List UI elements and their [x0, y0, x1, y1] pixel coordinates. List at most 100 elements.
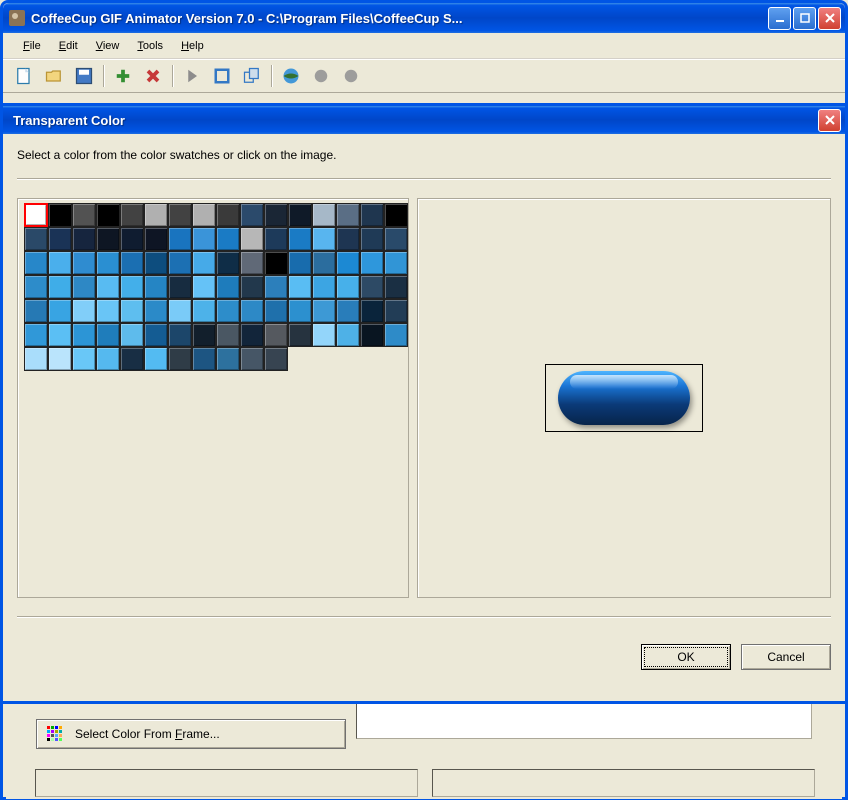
color-swatch[interactable]	[216, 227, 240, 251]
color-swatch[interactable]	[48, 347, 72, 371]
color-swatch[interactable]	[120, 323, 144, 347]
color-swatch[interactable]	[264, 275, 288, 299]
color-swatch[interactable]	[384, 203, 408, 227]
cancel-button[interactable]: Cancel	[741, 644, 831, 670]
color-swatch[interactable]	[144, 299, 168, 323]
color-swatch[interactable]	[120, 275, 144, 299]
color-swatch[interactable]	[288, 227, 312, 251]
menu-file[interactable]: File	[15, 37, 49, 55]
color-swatch[interactable]	[312, 323, 336, 347]
color-swatch[interactable]	[360, 299, 384, 323]
color-swatch[interactable]	[48, 323, 72, 347]
color-swatch[interactable]	[144, 323, 168, 347]
delete-icon[interactable]	[142, 65, 164, 87]
frames-icon[interactable]	[241, 65, 263, 87]
color-swatch[interactable]	[312, 203, 336, 227]
color-swatch[interactable]	[312, 299, 336, 323]
color-swatch[interactable]	[144, 347, 168, 371]
color-swatch[interactable]	[312, 227, 336, 251]
color-swatch[interactable]	[96, 227, 120, 251]
color-swatch[interactable]	[384, 299, 408, 323]
color-swatch[interactable]	[360, 275, 384, 299]
color-swatch[interactable]	[336, 275, 360, 299]
dialog-close-button[interactable]	[818, 109, 841, 132]
save-icon[interactable]	[73, 65, 95, 87]
color-swatch[interactable]	[192, 227, 216, 251]
color-swatch[interactable]	[192, 323, 216, 347]
color-swatch[interactable]	[72, 227, 96, 251]
color-swatch[interactable]	[96, 203, 120, 227]
color-swatch[interactable]	[24, 299, 48, 323]
color-swatch[interactable]	[144, 251, 168, 275]
color-swatch[interactable]	[336, 227, 360, 251]
color-swatch[interactable]	[24, 323, 48, 347]
color-swatch[interactable]	[48, 251, 72, 275]
color-swatch[interactable]	[240, 347, 264, 371]
color-swatch[interactable]	[240, 323, 264, 347]
color-swatch[interactable]	[240, 251, 264, 275]
globe-icon[interactable]	[280, 65, 302, 87]
color-swatch[interactable]	[288, 251, 312, 275]
color-swatch[interactable]	[120, 299, 144, 323]
color-swatch[interactable]	[144, 275, 168, 299]
color-swatch[interactable]	[144, 203, 168, 227]
color-swatch[interactable]	[192, 203, 216, 227]
color-swatch[interactable]	[72, 203, 96, 227]
color-swatch[interactable]	[72, 275, 96, 299]
color-swatch[interactable]	[384, 227, 408, 251]
color-swatch[interactable]	[216, 251, 240, 275]
color-swatch[interactable]	[192, 299, 216, 323]
color-swatch[interactable]	[192, 251, 216, 275]
color-swatch[interactable]	[264, 251, 288, 275]
color-swatch[interactable]	[96, 251, 120, 275]
color-swatch[interactable]	[24, 347, 48, 371]
menu-help[interactable]: Help	[173, 37, 212, 55]
color-swatch[interactable]	[24, 227, 48, 251]
color-swatch[interactable]	[24, 203, 48, 227]
color-swatch[interactable]	[312, 275, 336, 299]
color-swatch[interactable]	[240, 275, 264, 299]
color-swatch[interactable]	[120, 251, 144, 275]
color-swatch[interactable]	[192, 347, 216, 371]
color-swatch[interactable]	[312, 251, 336, 275]
color-swatch[interactable]	[288, 299, 312, 323]
color-swatch[interactable]	[240, 203, 264, 227]
color-swatch[interactable]	[48, 299, 72, 323]
color-swatch[interactable]	[336, 203, 360, 227]
color-swatch[interactable]	[360, 251, 384, 275]
color-swatch[interactable]	[168, 323, 192, 347]
color-swatch[interactable]	[24, 251, 48, 275]
color-swatch[interactable]	[72, 299, 96, 323]
color-swatch[interactable]	[216, 347, 240, 371]
color-swatch[interactable]	[360, 323, 384, 347]
color-swatch[interactable]	[336, 323, 360, 347]
color-swatch[interactable]	[384, 275, 408, 299]
color-swatch[interactable]	[192, 275, 216, 299]
color-swatch[interactable]	[72, 347, 96, 371]
color-swatch[interactable]	[360, 227, 384, 251]
preview-image[interactable]	[558, 371, 690, 425]
color-swatch[interactable]	[264, 299, 288, 323]
menu-edit[interactable]: Edit	[51, 37, 86, 55]
color-swatch[interactable]	[240, 299, 264, 323]
color-swatch[interactable]	[216, 323, 240, 347]
color-swatch[interactable]	[288, 203, 312, 227]
color-swatch[interactable]	[48, 227, 72, 251]
color-swatch[interactable]	[264, 227, 288, 251]
add-icon[interactable]	[112, 65, 134, 87]
color-swatch[interactable]	[216, 203, 240, 227]
tool2-icon[interactable]	[340, 65, 362, 87]
color-swatch[interactable]	[96, 299, 120, 323]
color-swatch[interactable]	[216, 275, 240, 299]
ok-button[interactable]: OK	[641, 644, 731, 670]
color-swatch[interactable]	[336, 251, 360, 275]
color-swatch[interactable]	[168, 251, 192, 275]
color-swatch[interactable]	[48, 203, 72, 227]
color-swatch[interactable]	[384, 323, 408, 347]
color-swatch[interactable]	[288, 275, 312, 299]
menu-tools[interactable]: Tools	[129, 37, 171, 55]
frame-icon[interactable]	[211, 65, 233, 87]
color-swatch[interactable]	[96, 275, 120, 299]
color-swatch[interactable]	[168, 347, 192, 371]
color-swatch[interactable]	[144, 227, 168, 251]
